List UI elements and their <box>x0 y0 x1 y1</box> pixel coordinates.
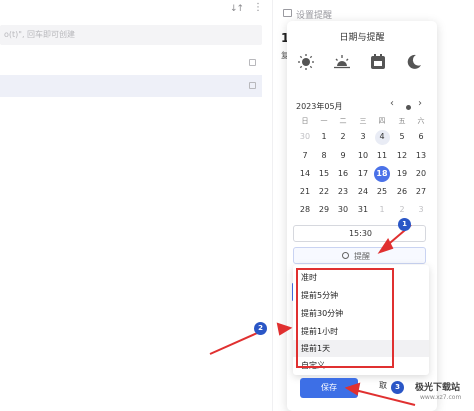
annotation-arrows <box>209 224 416 406</box>
annotation-badge: 3 <box>391 381 404 394</box>
annotation-badge: 2 <box>254 322 267 335</box>
watermark-logo: 极光下载站 <box>415 383 461 393</box>
annotation-badge: 1 <box>398 218 411 231</box>
watermark-url: www.xz7.com <box>420 394 462 401</box>
